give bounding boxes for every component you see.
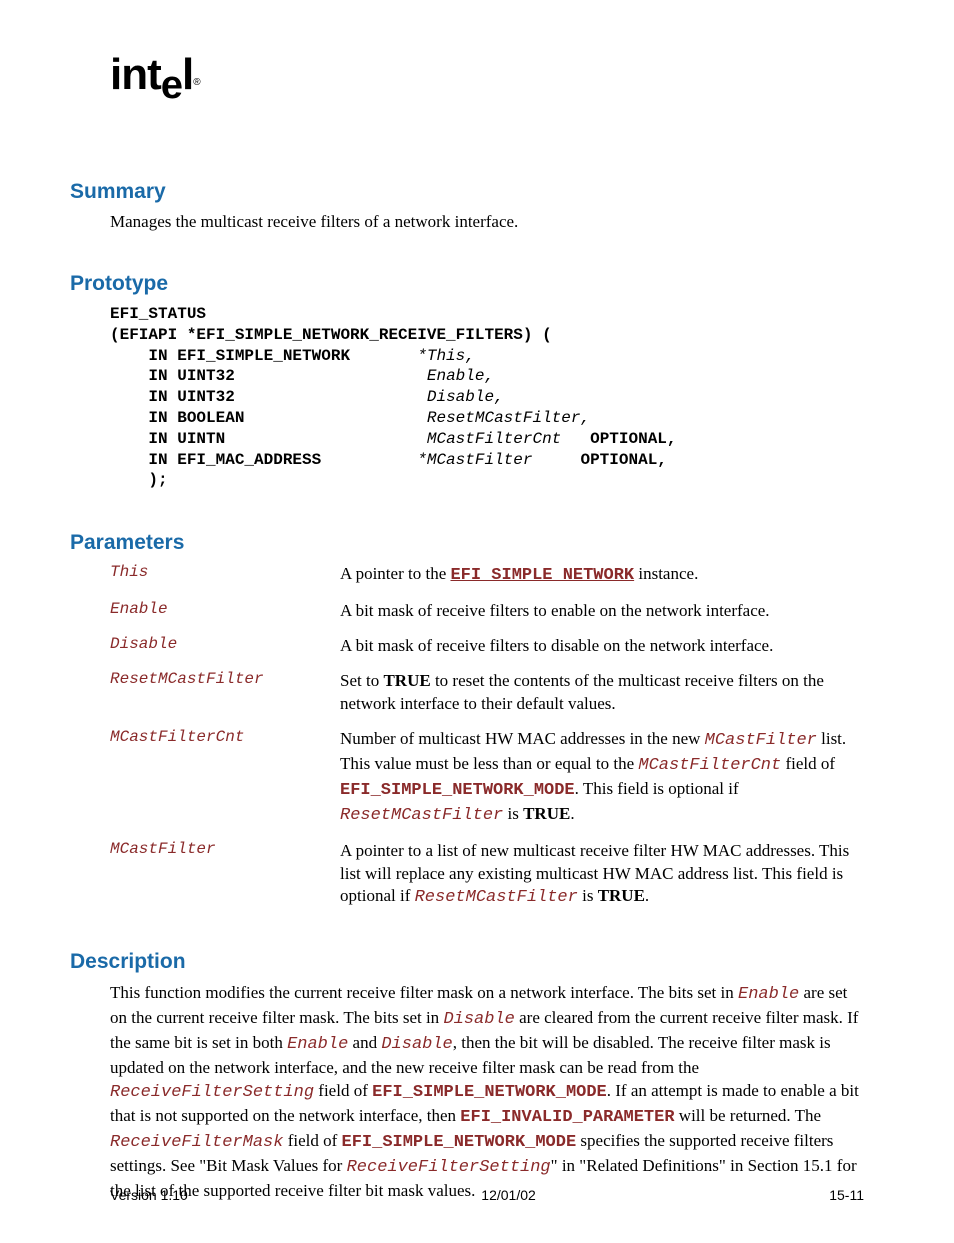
param-row: Enable A bit mask of receive filters to … <box>110 600 864 623</box>
proto-param: *This, <box>417 347 475 365</box>
proto-line: ); <box>110 471 168 489</box>
param-desc: A pointer to the EFI_SIMPLE_NETWORK inst… <box>340 563 864 588</box>
parameters-heading: Parameters <box>70 531 864 555</box>
proto-kw: IN BOOLEAN <box>110 409 427 427</box>
page-footer: Version 1.10 12/01/02 15-11 <box>110 1187 864 1203</box>
footer-version: Version 1.10 <box>110 1187 188 1203</box>
efi-simple-network-link[interactable]: EFI_SIMPLE_NETWORK <box>450 566 634 585</box>
prototype-code: EFI_STATUS (EFIAPI *EFI_SIMPLE_NETWORK_R… <box>110 304 864 491</box>
param-name-disable: Disable <box>110 635 340 658</box>
param-row: Disable A bit mask of receive filters to… <box>110 635 864 658</box>
param-desc: A pointer to a list of new multicast rec… <box>340 840 864 911</box>
summary-heading: Summary <box>70 180 864 204</box>
proto-kw: IN UINT32 <box>110 367 427 385</box>
proto-param: MCastFilterCnt <box>427 430 561 448</box>
proto-param: *MCastFilter <box>417 451 532 469</box>
proto-line: EFI_STATUS <box>110 305 206 323</box>
description-heading: Description <box>70 950 864 974</box>
param-row: ResetMCastFilter Set to TRUE to reset th… <box>110 670 864 716</box>
description-text: This function modifies the current recei… <box>110 982 864 1202</box>
param-desc: Number of multicast HW MAC addresses in … <box>340 728 864 828</box>
proto-line: (EFIAPI *EFI_SIMPLE_NETWORK_RECEIVE_FILT… <box>110 326 552 344</box>
param-name-filter: MCastFilter <box>110 840 340 911</box>
proto-kw: IN UINTN <box>110 430 427 448</box>
summary-text: Manages the multicast receive filters of… <box>110 212 864 232</box>
param-name-enable: Enable <box>110 600 340 623</box>
proto-kw: IN EFI_SIMPLE_NETWORK <box>110 347 417 365</box>
param-name-this: This <box>110 563 340 588</box>
proto-param: ResetMCastFilter, <box>427 409 590 427</box>
intel-logo: intel® <box>110 50 864 100</box>
param-desc: A bit mask of receive filters to enable … <box>340 600 864 623</box>
prototype-heading: Prototype <box>70 272 864 296</box>
param-desc: A bit mask of receive filters to disable… <box>340 635 864 658</box>
proto-param: Enable, <box>427 367 494 385</box>
proto-kw: IN UINT32 <box>110 388 427 406</box>
page: intel® Summary Manages the multicast rec… <box>0 0 954 1243</box>
footer-date: 12/01/02 <box>481 1187 536 1203</box>
param-row: MCastFilter A pointer to a list of new m… <box>110 840 864 911</box>
param-name-cnt: MCastFilterCnt <box>110 728 340 828</box>
proto-param: Disable, <box>427 388 504 406</box>
param-desc: Set to TRUE to reset the contents of the… <box>340 670 864 716</box>
proto-opt: OPTIONAL, <box>561 430 676 448</box>
param-row: MCastFilterCnt Number of multicast HW MA… <box>110 728 864 828</box>
proto-kw: IN EFI_MAC_ADDRESS <box>110 451 417 469</box>
footer-page: 15-11 <box>829 1187 864 1203</box>
param-name-reset: ResetMCastFilter <box>110 670 340 716</box>
param-row: This A pointer to the EFI_SIMPLE_NETWORK… <box>110 563 864 588</box>
proto-opt: OPTIONAL, <box>532 451 666 469</box>
